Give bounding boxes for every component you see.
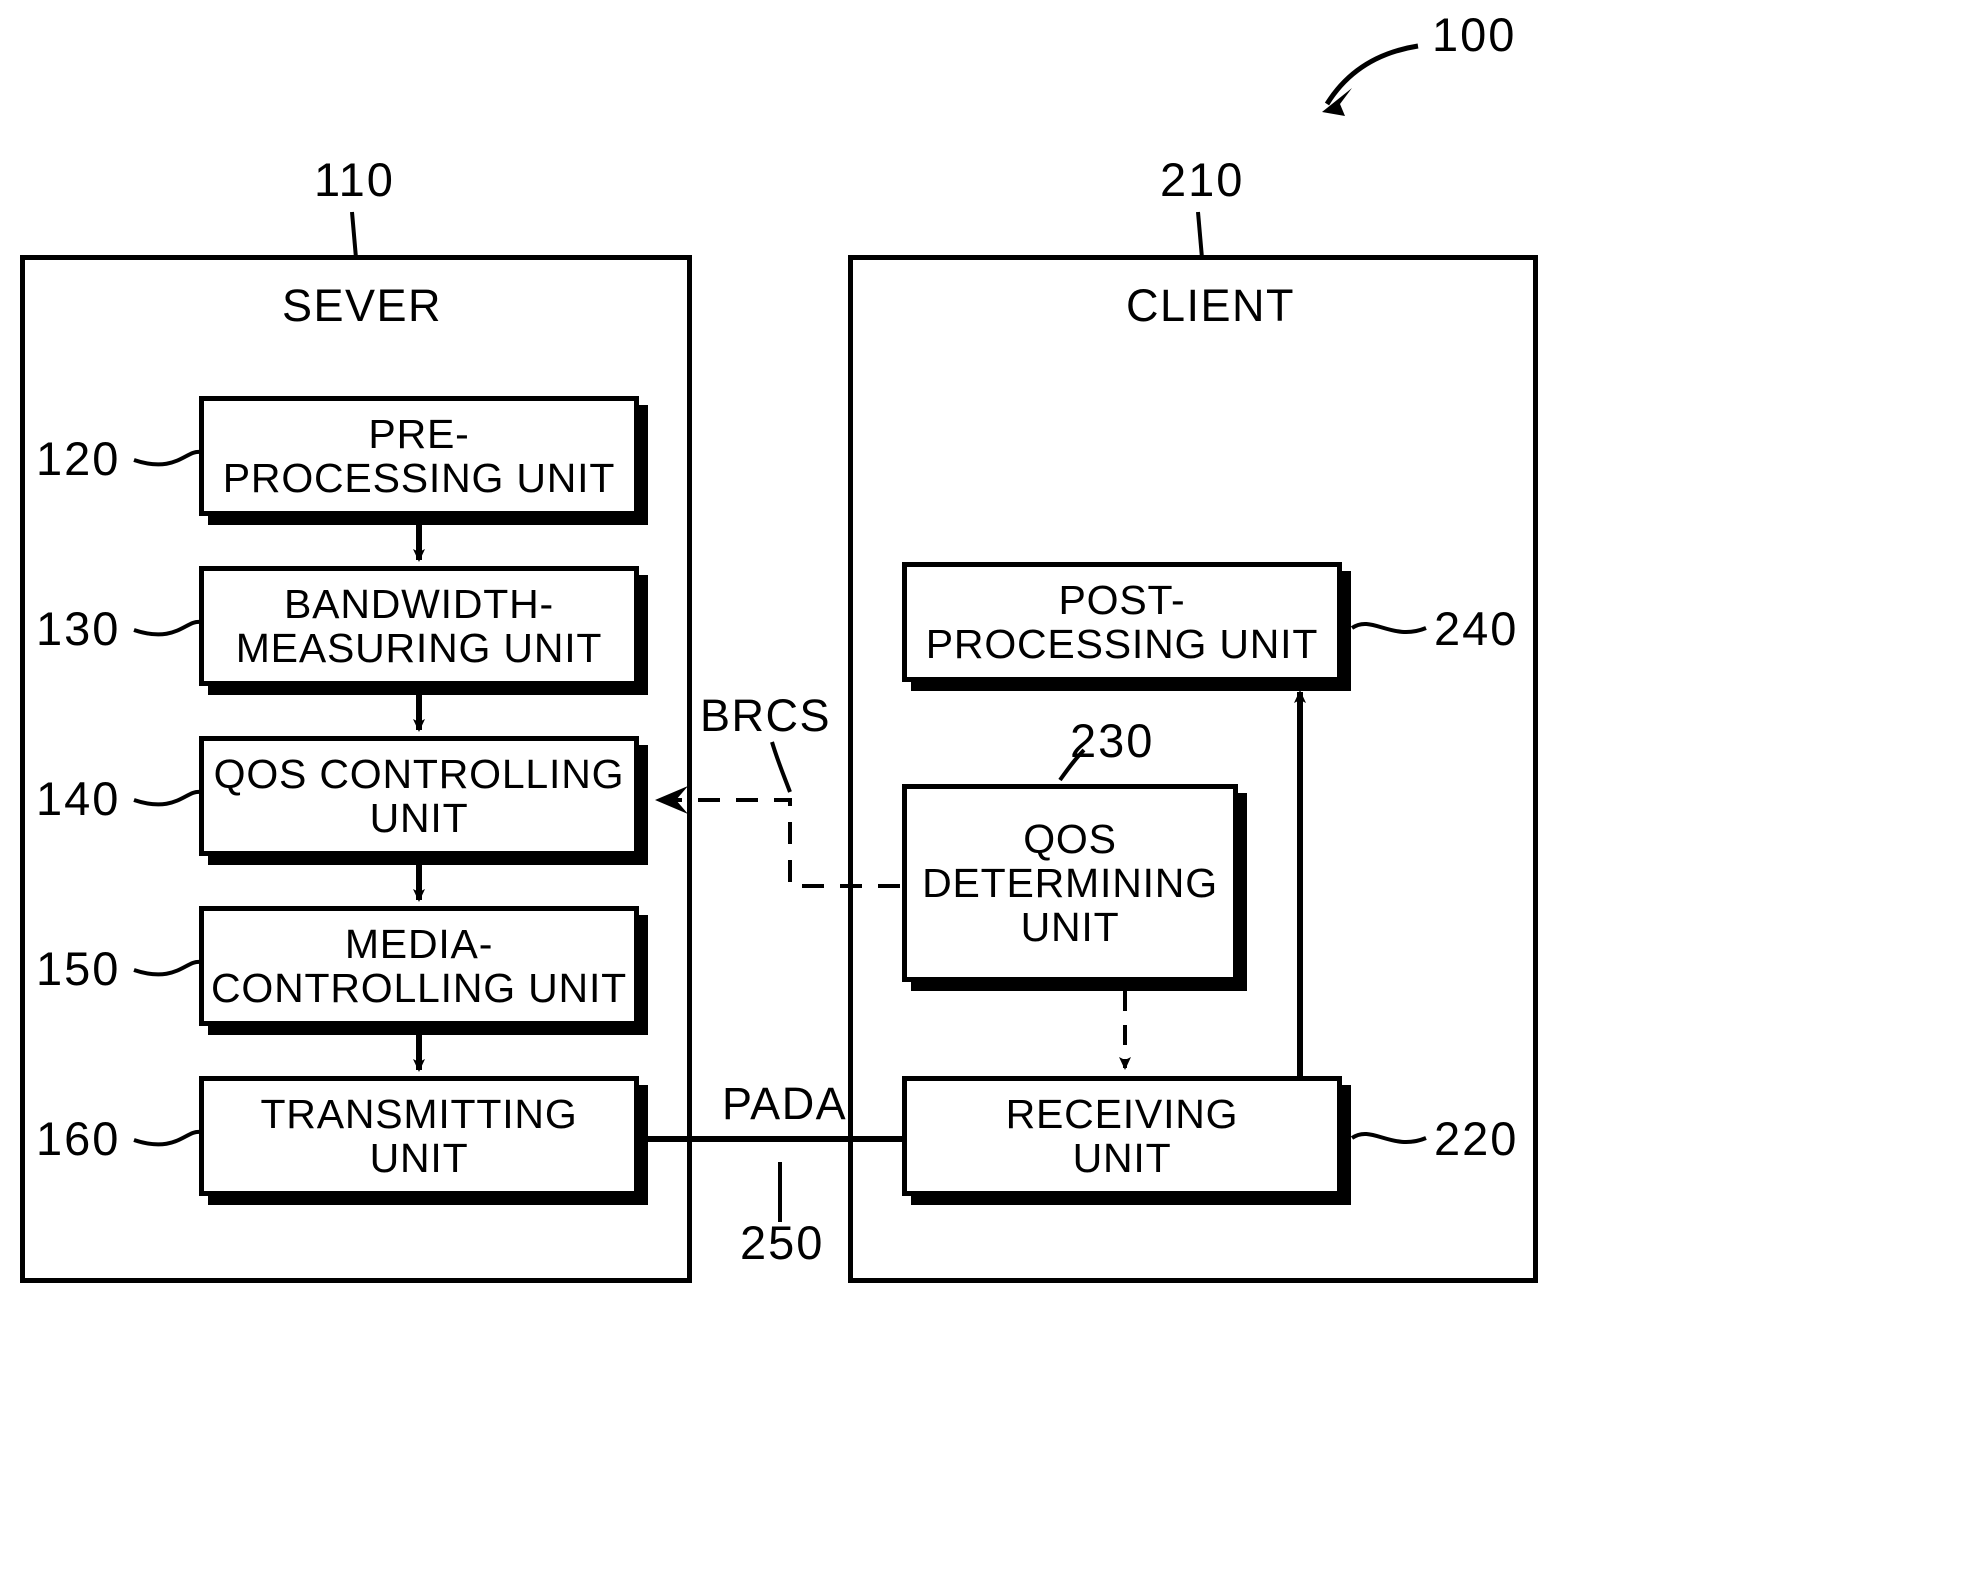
unit-pre-processing-label: PRE- PROCESSING UNIT xyxy=(222,410,616,501)
figure-leader-100 xyxy=(1322,43,1419,116)
leader-210 xyxy=(1196,211,1204,259)
unit-media-controlling[interactable]: MEDIA- CONTROLLING UNIT xyxy=(199,906,639,1026)
unit-media-controlling-label: MEDIA- CONTROLLING UNIT xyxy=(211,920,627,1011)
unit-qos-determining-label: QOS DETERMINING UNIT xyxy=(922,815,1218,951)
signal-label-brcs: BRCS xyxy=(700,690,832,741)
ref-number-250: 250 xyxy=(740,1216,825,1269)
unit-receiving[interactable]: RECEIVING UNIT xyxy=(902,1076,1342,1196)
figure-reference-number: 100 xyxy=(1432,8,1517,61)
server-reference-number: 110 xyxy=(314,153,395,206)
unit-bandwidth-measuring[interactable]: BANDWIDTH- MEASURING UNIT xyxy=(199,566,639,686)
client-reference-number: 210 xyxy=(1160,153,1245,206)
ref-number-140: 140 xyxy=(36,772,121,825)
leader-110 xyxy=(350,211,358,259)
unit-post-processing[interactable]: POST- PROCESSING UNIT xyxy=(902,562,1342,682)
unit-transmitting-label: TRANSMITTING UNIT xyxy=(260,1090,578,1181)
ref-number-120: 120 xyxy=(36,432,121,485)
unit-receiving-label: RECEIVING UNIT xyxy=(1005,1090,1239,1181)
patent-figure: 100 110 SEVER 120 130 140 150 160 PRE- P… xyxy=(0,0,1973,1596)
ref-number-150: 150 xyxy=(36,942,121,995)
unit-transmitting[interactable]: TRANSMITTING UNIT xyxy=(199,1076,639,1196)
ref-number-160: 160 xyxy=(36,1112,121,1165)
unit-qos-determining[interactable]: QOS DETERMINING UNIT xyxy=(902,784,1238,982)
ref-number-130: 130 xyxy=(36,602,121,655)
ref-number-230: 230 xyxy=(1070,714,1155,767)
unit-qos-controlling[interactable]: QOS CONTROLLING UNIT xyxy=(199,736,639,856)
unit-qos-controlling-label: QOS CONTROLLING UNIT xyxy=(213,750,625,841)
unit-pre-processing[interactable]: PRE- PROCESSING UNIT xyxy=(199,396,639,516)
signal-label-pada: PADA xyxy=(722,1078,848,1129)
client-panel-title: CLIENT xyxy=(1126,280,1296,331)
unit-post-processing-label: POST- PROCESSING UNIT xyxy=(925,576,1319,667)
ref-number-240: 240 xyxy=(1434,602,1519,655)
server-panel-title: SEVER xyxy=(282,280,443,331)
unit-bandwidth-measuring-label: BANDWIDTH- MEASURING UNIT xyxy=(235,580,603,671)
ref-number-220: 220 xyxy=(1434,1112,1519,1165)
